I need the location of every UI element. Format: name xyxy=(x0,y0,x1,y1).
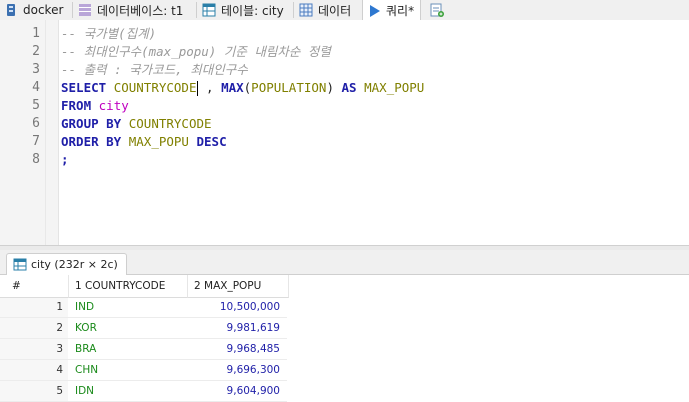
cell-countrycode[interactable]: IND xyxy=(75,297,94,317)
code-line-order-by: ORDER BY MAX_POPU DESC xyxy=(61,134,227,149)
new-query-button[interactable] xyxy=(430,0,449,20)
row-number-header: # xyxy=(0,275,68,298)
line-number: 2 xyxy=(32,44,40,59)
cell-max-popu[interactable]: 9,604,900 xyxy=(188,381,280,401)
line-number: 3 xyxy=(32,62,40,77)
column-header-max-popu[interactable]: 2 MAX_POPU xyxy=(187,275,289,298)
cell-countrycode[interactable]: CHN xyxy=(75,360,98,380)
column-header-countrycode[interactable]: 1 COUNTRYCODE xyxy=(68,275,188,298)
line-number: 7 xyxy=(32,134,40,149)
code-line-group-by: GROUP BY COUNTRYCODE xyxy=(61,116,212,131)
row-number: 2 xyxy=(56,322,63,334)
tab-docker[interactable]: docker xyxy=(4,0,63,20)
tab-database[interactable]: 데이터베이스: t1 xyxy=(78,0,183,20)
code-line-comment: -- 최대인구수(max_popu) 기준 내림차순 정렬 xyxy=(61,44,331,59)
tab-result-city[interactable]: city (232r × 2c) xyxy=(6,253,127,275)
tab-label: 쿼리* xyxy=(386,4,415,18)
sql-editor[interactable]: 1 2 3 4 5 6 7 8 -- 국가별(집계) -- 최대인구수(max_… xyxy=(0,20,689,245)
row-number: 3 xyxy=(56,343,63,355)
tab-label: 데이터베이스: t1 xyxy=(97,3,184,18)
code-line-from: FROM city xyxy=(61,98,129,113)
grid-icon xyxy=(299,3,313,17)
tab-query-active[interactable]: 쿼리* xyxy=(362,0,422,21)
tab-label: 테이블: city xyxy=(221,3,284,18)
line-number: 5 xyxy=(32,98,40,113)
result-tab-bar: city (232r × 2c) xyxy=(0,250,689,275)
tab-label: docker xyxy=(23,3,64,17)
table-icon xyxy=(13,258,27,271)
code-line-comment: -- 국가별(집계) xyxy=(61,26,157,41)
table-icon xyxy=(202,3,216,17)
code-line-select: SELECT COUNTRYCODE , MAX(POPULATION) AS … xyxy=(61,80,425,96)
tab-data[interactable]: 데이터 xyxy=(299,0,351,20)
table-row[interactable]: 1 IND 10,500,000 xyxy=(0,297,287,318)
run-query-icon xyxy=(367,4,381,18)
table-row[interactable]: 4 CHN 9,696,300 xyxy=(0,360,287,381)
cell-max-popu[interactable]: 10,500,000 xyxy=(188,297,280,317)
table-row[interactable]: 2 KOR 9,981,619 xyxy=(0,318,287,339)
tab-label: 데이터 xyxy=(318,3,352,18)
line-number-gutter: 1 2 3 4 5 6 7 8 xyxy=(0,20,59,245)
line-number: 4 xyxy=(32,80,40,95)
cell-countrycode[interactable]: BRA xyxy=(75,339,96,359)
cell-max-popu[interactable]: 9,968,485 xyxy=(188,339,280,359)
line-number: 1 xyxy=(32,26,40,41)
table-row[interactable]: 3 BRA 9,968,485 xyxy=(0,339,287,360)
code-line-terminator: ; xyxy=(61,152,69,167)
result-tab-label: city (232r × 2c) xyxy=(31,258,118,271)
row-number: 4 xyxy=(56,364,63,376)
cell-max-popu[interactable]: 9,696,300 xyxy=(188,360,280,380)
new-query-icon xyxy=(430,3,444,17)
database-connection-icon xyxy=(4,3,18,17)
cell-max-popu[interactable]: 9,981,619 xyxy=(188,318,280,338)
table-row[interactable]: 5 IDN 9,604,900 xyxy=(0,381,287,402)
line-number: 6 xyxy=(32,116,40,131)
database-icon xyxy=(78,3,92,17)
row-number: 1 xyxy=(56,301,63,313)
row-number: 5 xyxy=(56,385,63,397)
line-number: 8 xyxy=(32,152,40,167)
tab-table-city[interactable]: 테이블: city xyxy=(202,0,284,20)
result-grid[interactable]: # 1 COUNTRYCODE 2 MAX_POPU 1 IND 10,500,… xyxy=(0,275,689,402)
editor-tab-bar: docker 데이터베이스: t1 테이블: city 데이터 쿼리* xyxy=(0,0,689,21)
cell-countrycode[interactable]: KOR xyxy=(75,318,97,338)
code-line-comment: -- 출력 : 국가코드, 최대인구수 xyxy=(61,62,248,77)
cell-countrycode[interactable]: IDN xyxy=(75,381,94,401)
